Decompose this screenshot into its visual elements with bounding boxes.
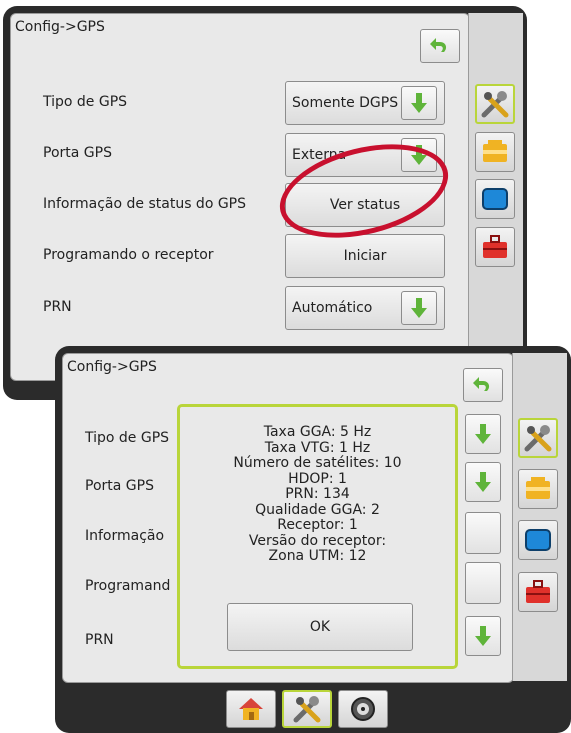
row-label-gps-port: Porta GPS xyxy=(43,145,112,161)
prn-dropdown-button[interactable] xyxy=(465,616,501,656)
implement-icon xyxy=(483,140,507,162)
row-label-gps-port: Porta GPS xyxy=(85,478,154,494)
back-button[interactable] xyxy=(463,368,503,402)
display-icon xyxy=(525,529,551,551)
status-line-receiver: Receptor: 1 xyxy=(277,517,358,533)
green-down-arrow-icon xyxy=(411,298,427,318)
bottom-tab-bar xyxy=(226,690,388,728)
row-label-gps-status: Informação de status do GPS xyxy=(43,196,247,212)
status-line-prn: PRN: 134 xyxy=(285,486,350,502)
status-line-hdop: HDOP: 1 xyxy=(288,470,347,487)
implement-icon xyxy=(526,477,550,499)
page-title: Config->GPS xyxy=(67,359,157,375)
page-title: Config->GPS xyxy=(15,19,105,35)
prn-value: Automático xyxy=(292,300,373,316)
row-label-gps-type: Tipo de GPS xyxy=(85,430,170,446)
display-icon xyxy=(482,188,508,210)
tools-icon xyxy=(293,696,321,723)
gps-status-dialog: Taxa GGA: 5 Hz Taxa VTG: 1 Hz Número de … xyxy=(177,404,458,669)
green-down-arrow-icon xyxy=(475,472,491,492)
back-button[interactable] xyxy=(420,29,460,63)
gps-type-dropdown-button[interactable] xyxy=(401,86,437,120)
side-toolbox-button[interactable] xyxy=(475,227,515,267)
tools-icon xyxy=(481,91,509,118)
view-status-button[interactable] xyxy=(465,512,501,554)
start-programming-button[interactable] xyxy=(465,562,501,604)
gps-type-value: Somente DGPS xyxy=(292,95,399,111)
row-label-receiver-programming: Programand xyxy=(85,578,171,594)
status-line-utm-zone: Zona UTM: 12 xyxy=(268,548,367,564)
green-down-arrow-icon xyxy=(411,93,427,113)
gps-port-dropdown-button[interactable] xyxy=(465,462,501,502)
side-toolbox-button[interactable] xyxy=(518,572,558,612)
green-down-arrow-icon xyxy=(475,424,491,444)
row-label-prn: PRN xyxy=(43,299,72,315)
side-display-button[interactable] xyxy=(518,520,558,560)
side-implement-button[interactable] xyxy=(518,469,558,509)
tab-tools[interactable] xyxy=(282,690,332,728)
status-line-receiver-version: Versão do receptor: xyxy=(248,532,387,549)
back-arrow-icon xyxy=(430,38,447,52)
gauge-icon xyxy=(351,697,375,721)
status-line-satellites: Número de satélites: 10 xyxy=(233,455,402,471)
side-tools-button[interactable] xyxy=(475,84,515,124)
toolbox-icon xyxy=(526,580,550,603)
row-label-gps-status: Informação xyxy=(85,528,165,544)
prn-dropdown-button[interactable] xyxy=(401,291,437,325)
side-display-button[interactable] xyxy=(475,179,515,219)
back-screen: Config->GPS Tipo de GPS Somente DGPS Por… xyxy=(3,6,527,400)
ok-button[interactable]: OK xyxy=(227,603,413,651)
home-icon xyxy=(239,698,263,720)
status-lines: Taxa GGA: 5 Hz Taxa VTG: 1 Hz Número de … xyxy=(180,424,455,565)
gps-type-dropdown-button[interactable] xyxy=(465,414,501,454)
status-line-vtg-rate: Taxa VTG: 1 Hz xyxy=(264,439,371,456)
side-implement-button[interactable] xyxy=(475,132,515,172)
status-line-gga-quality: Qualidade GGA: 2 xyxy=(255,501,380,518)
status-line-gga-rate: Taxa GGA: 5 Hz xyxy=(263,424,372,440)
side-tools-button[interactable] xyxy=(518,418,558,458)
toolbox-icon xyxy=(483,235,507,258)
back-arrow-icon xyxy=(473,377,490,391)
row-label-gps-type: Tipo de GPS xyxy=(43,94,128,110)
start-programming-button[interactable]: Iniciar xyxy=(285,234,445,278)
row-label-receiver-programming: Programando o receptor xyxy=(43,247,214,263)
row-label-prn: PRN xyxy=(85,632,114,648)
front-side-strip xyxy=(512,353,567,681)
green-down-arrow-icon xyxy=(475,626,491,646)
tab-home[interactable] xyxy=(226,690,276,728)
tab-gauge[interactable] xyxy=(338,690,388,728)
tools-icon xyxy=(524,425,552,452)
